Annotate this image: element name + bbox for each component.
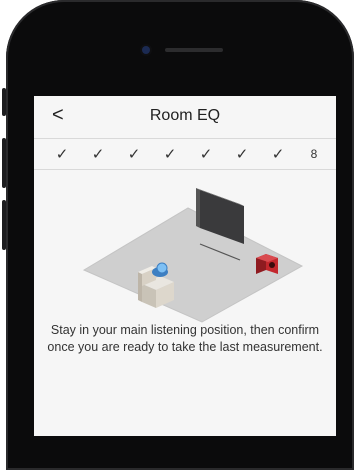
page-title: Room EQ [149,107,221,124]
phone-frame: < Room EQ ✓ ✓ ✓ ✓ ✓ ✓ ✓ 8 Stay in your m… [0,0,360,470]
earpiece-speaker [165,48,223,52]
camera-icon [142,46,150,54]
app-screen: < Room EQ ✓ ✓ ✓ ✓ ✓ ✓ ✓ 8 Stay in your m… [34,96,336,436]
progress-steps: ✓ ✓ ✓ ✓ ✓ ✓ ✓ 8 [34,138,336,170]
step-5-check-icon: ✓ [199,146,213,163]
step-1-check-icon: ✓ [55,146,69,163]
room-illustration [82,188,304,323]
step-2-check-icon: ✓ [91,146,105,163]
step-8-number: 8 [310,147,318,161]
step-7-check-icon: ✓ [271,146,285,163]
instruction-text: Stay in your main listening position, th… [47,323,323,354]
navigation-bar: < Room EQ [34,96,336,136]
step-6-check-icon: ✓ [235,146,249,163]
step-3-check-icon: ✓ [127,146,141,163]
step-4-check-icon: ✓ [163,146,177,163]
